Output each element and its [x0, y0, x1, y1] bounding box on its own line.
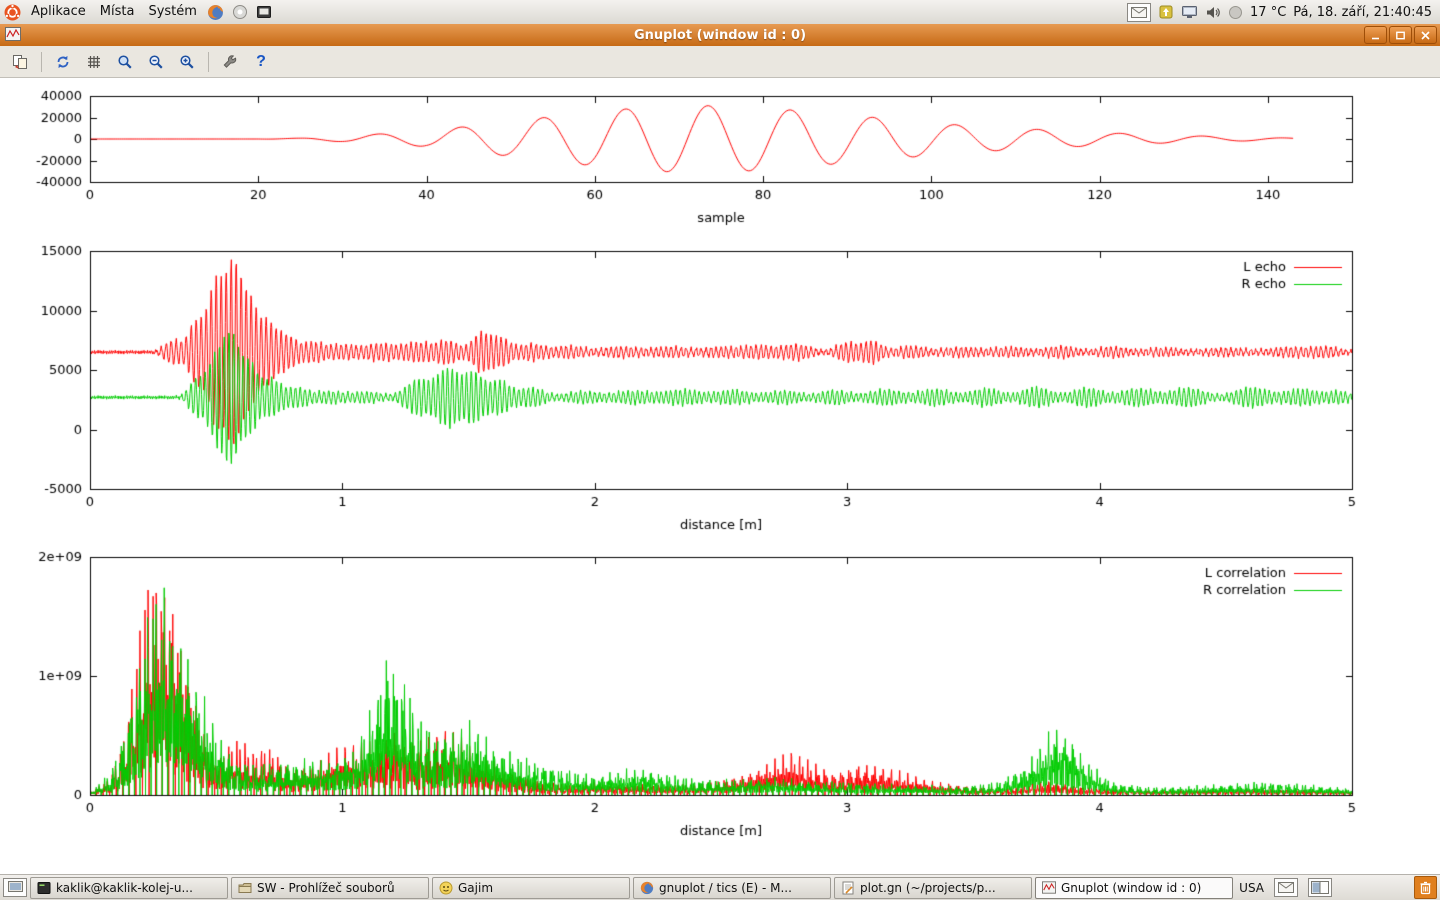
panel-left: Aplikace Místa Systém: [0, 0, 276, 24]
close-button[interactable]: [1414, 26, 1437, 44]
gajim-icon: [439, 881, 453, 895]
workspace-switcher[interactable]: [1308, 878, 1332, 897]
firefox-launcher-icon[interactable]: [204, 0, 228, 24]
settings-wrench-button[interactable]: [216, 49, 244, 75]
desktop: Aplikace Místa Systém: [0, 0, 1440, 900]
temperature-indicator[interactable]: 17 °C: [1250, 5, 1286, 20]
terminal-launcher-icon[interactable]: [252, 0, 276, 24]
help-launcher-icon[interactable]: [228, 0, 252, 24]
taskbar-item-label: kaklik@kaklik-kolej-u...: [56, 881, 193, 895]
refresh-button[interactable]: [49, 49, 77, 75]
copy-to-clipboard-button[interactable]: [6, 49, 34, 75]
gnuplot-window-icon: [5, 26, 21, 45]
taskbar: kaklik@kaklik-kolej-u... SW - Prohlížeč …: [0, 874, 1440, 900]
taskbar-item-label: SW - Prohlížeč souborů: [257, 881, 395, 895]
text-editor-icon: [841, 881, 855, 895]
zoom-button[interactable]: [111, 49, 139, 75]
top-panel: Aplikace Místa Systém: [0, 0, 1440, 25]
zoom-out-button[interactable]: [142, 49, 170, 75]
remote-desktop-icon[interactable]: [1181, 5, 1198, 20]
taskbar-item-label: plot.gn (~/projects/p...: [860, 881, 996, 895]
grid-button[interactable]: [80, 49, 108, 75]
gnuplot-icon: [1042, 881, 1056, 894]
clock-applet[interactable]: Pá, 18. září, 21:40:45: [1293, 5, 1432, 20]
terminal-icon: [37, 881, 51, 895]
taskbar-item-label: Gajim: [458, 881, 493, 895]
help-icon: ?: [256, 53, 266, 71]
taskbar-item-firefox[interactable]: gnuplot / tics (E) - M...: [633, 877, 831, 899]
menu-applications[interactable]: Aplikace: [24, 0, 93, 24]
mail-notification-icon[interactable]: [1127, 3, 1151, 22]
toolbar-separator: [208, 52, 209, 72]
chart-chirp-signal[interactable]: [0, 78, 1440, 243]
window-toolbar: ?: [0, 46, 1440, 78]
chart-echo-signals[interactable]: [0, 243, 1440, 548]
taskbar-item-gnuplot[interactable]: Gnuplot (window id : 0): [1035, 877, 1233, 899]
taskbar-item-file-browser[interactable]: SW - Prohlížeč souborů: [231, 877, 429, 899]
taskbar-item-text-editor[interactable]: plot.gn (~/projects/p...: [834, 877, 1032, 899]
software-update-icon[interactable]: [1158, 4, 1174, 20]
menu-places[interactable]: Místa: [93, 0, 142, 24]
maximize-button[interactable]: [1389, 26, 1412, 44]
window-controls: [1364, 26, 1440, 44]
toolbar-separator: [41, 52, 42, 72]
minimize-button[interactable]: [1364, 26, 1387, 44]
taskbar-spacer: [1342, 887, 1404, 888]
help-button[interactable]: ?: [247, 49, 275, 75]
firefox-icon: [640, 881, 654, 895]
zoom-in-button[interactable]: [173, 49, 201, 75]
window-titlebar[interactable]: Gnuplot (window id : 0): [0, 24, 1440, 47]
keyboard-layout-indicator[interactable]: USA: [1239, 881, 1264, 895]
taskbar-right: USA: [1239, 876, 1437, 899]
volume-icon[interactable]: [1205, 5, 1221, 20]
ubuntu-logo-icon[interactable]: [0, 0, 24, 24]
file-manager-icon: [238, 881, 252, 895]
chart-correlations[interactable]: [0, 548, 1440, 848]
panel-tray: 17 °C Pá, 18. září, 21:40:45: [1127, 0, 1440, 24]
plot-area: [0, 78, 1440, 875]
weather-icon[interactable]: [1228, 5, 1243, 20]
menu-system[interactable]: Systém: [141, 0, 203, 24]
taskbar-item-label: gnuplot / tics (E) - M...: [659, 881, 792, 895]
window-title: Gnuplot (window id : 0): [0, 28, 1440, 43]
mail-icon[interactable]: [1274, 878, 1298, 897]
taskbar-item-label: Gnuplot (window id : 0): [1061, 881, 1201, 895]
taskbar-item-gajim[interactable]: Gajim: [432, 877, 630, 899]
trash-icon[interactable]: [1414, 876, 1437, 899]
show-desktop-button[interactable]: [3, 878, 27, 897]
taskbar-item-terminal[interactable]: kaklik@kaklik-kolej-u...: [30, 877, 228, 899]
